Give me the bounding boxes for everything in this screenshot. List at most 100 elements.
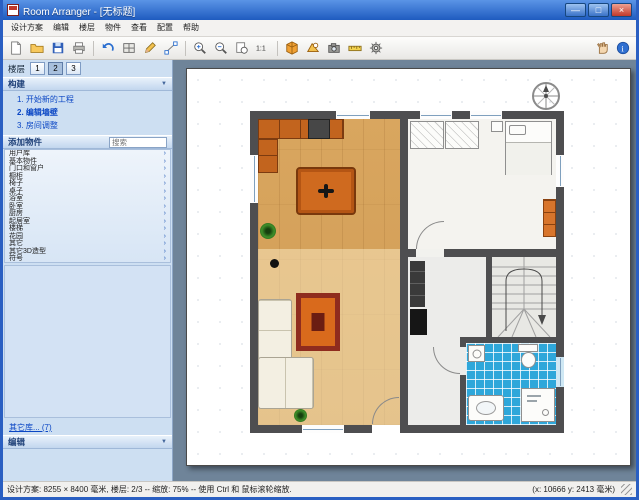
window[interactable]	[336, 111, 370, 119]
wardrobe[interactable]	[410, 121, 444, 149]
zoom-page-icon[interactable]	[232, 39, 252, 58]
category-living-room[interactable]: 起居室	[5, 218, 170, 226]
draw-icon[interactable]	[140, 39, 160, 58]
floor-tab-2[interactable]: 2	[48, 62, 63, 75]
corner-sofa[interactable]	[258, 357, 314, 409]
wall[interactable]	[460, 337, 556, 343]
wall[interactable]	[408, 249, 416, 257]
wall[interactable]	[444, 249, 556, 257]
pan-icon[interactable]	[592, 39, 612, 58]
wall[interactable]	[486, 257, 492, 337]
category-stairs[interactable]: 楼梯	[5, 225, 170, 233]
build-step-adjust-rooms[interactable]: 3. 房间调整	[17, 120, 172, 131]
wall[interactable]	[250, 425, 564, 433]
compass-icon[interactable]	[531, 81, 561, 111]
door-opening[interactable]	[372, 425, 400, 433]
stool[interactable]	[270, 259, 279, 268]
new-icon[interactable]	[6, 39, 26, 58]
options-icon[interactable]	[366, 39, 386, 58]
save-icon[interactable]	[48, 39, 68, 58]
door-opening[interactable]	[460, 347, 466, 375]
maximize-button[interactable]: □	[588, 3, 609, 17]
camera-icon[interactable]	[324, 39, 344, 58]
zoom-in-icon[interactable]	[190, 39, 210, 58]
wall[interactable]	[460, 375, 466, 425]
category-chairs[interactable]: 椅子	[5, 180, 170, 188]
drawing-page[interactable]	[186, 68, 631, 466]
category-bathroom[interactable]: 浴室	[5, 195, 170, 203]
walkthrough-3d-icon[interactable]	[303, 39, 323, 58]
stove[interactable]	[308, 119, 330, 139]
floor-tab-3[interactable]: 3	[66, 62, 81, 75]
category-cabinets[interactable]: 橱柜	[5, 173, 170, 181]
wall[interactable]	[400, 119, 408, 425]
category-user-library[interactable]: 用户库	[5, 150, 170, 158]
search-input[interactable]	[109, 137, 167, 148]
category-other-3d[interactable]: 其它3D造型	[5, 248, 170, 256]
shower[interactable]	[521, 388, 555, 422]
kitchen-corner-cabinet[interactable]	[258, 139, 278, 173]
bed[interactable]	[505, 121, 552, 175]
minimize-button[interactable]: —	[565, 3, 586, 17]
category-other[interactable]: 其它	[5, 240, 170, 248]
category-symbols[interactable]: 符号	[5, 255, 170, 263]
category-basic-objects[interactable]: 基本物件	[5, 158, 170, 166]
about-icon[interactable]: i	[613, 39, 633, 58]
window[interactable]	[302, 425, 344, 433]
wall[interactable]	[250, 111, 564, 119]
edit-section-header[interactable]: 编辑	[3, 435, 172, 449]
stairs[interactable]	[492, 257, 556, 337]
toilet-bowl[interactable]	[521, 352, 536, 368]
dresser[interactable]	[543, 199, 556, 237]
menu-floor[interactable]: 楼层	[74, 20, 100, 36]
add-objects-section-header[interactable]: 添加物件	[3, 135, 172, 149]
menu-object[interactable]: 物件	[100, 20, 126, 36]
window[interactable]	[556, 357, 564, 387]
other-libraries-link[interactable]: 其它库... (7)	[3, 420, 172, 435]
build-step-edit-walls[interactable]: 2. 编辑墙壁	[17, 107, 172, 118]
menu-view[interactable]: 查看	[126, 20, 152, 36]
view-3d-icon[interactable]	[282, 39, 302, 58]
kitchen-counter[interactable]	[258, 119, 344, 139]
category-bedroom[interactable]: 卧室	[5, 203, 170, 211]
window[interactable]	[556, 155, 564, 187]
dining-table[interactable]	[296, 167, 356, 215]
measure-icon[interactable]	[345, 39, 365, 58]
wardrobe[interactable]	[445, 121, 479, 149]
shelf[interactable]	[410, 261, 425, 307]
toilet[interactable]	[518, 344, 538, 352]
window[interactable]	[250, 155, 258, 203]
title-bar[interactable]: Room Arranger - [无标题] — □ ×	[3, 0, 636, 20]
window[interactable]	[470, 111, 502, 119]
nightstand[interactable]	[491, 121, 503, 132]
plant[interactable]	[294, 409, 307, 422]
category-garden[interactable]: 花园	[5, 233, 170, 241]
edit-points-icon[interactable]	[161, 39, 181, 58]
window[interactable]	[420, 111, 452, 119]
canvas-area[interactable]	[173, 60, 636, 481]
sink-vanity[interactable]	[468, 395, 504, 421]
plant[interactable]	[260, 223, 276, 239]
category-kitchen[interactable]: 厨房	[5, 210, 170, 218]
category-doors-windows[interactable]: 门口和窗户	[5, 165, 170, 173]
wall-editor-icon[interactable]	[119, 39, 139, 58]
floor-tab-1[interactable]: 1	[30, 62, 45, 75]
menu-help[interactable]: 帮助	[178, 20, 204, 36]
cabinet-dark[interactable]	[410, 309, 427, 335]
build-section-header[interactable]: 构建	[3, 77, 172, 91]
undo-icon[interactable]	[98, 39, 118, 58]
build-step-new-project[interactable]: 1. 开始新的工程	[17, 94, 172, 105]
close-button[interactable]: ×	[611, 3, 632, 17]
door-opening[interactable]	[416, 249, 444, 257]
open-icon[interactable]	[27, 39, 47, 58]
corner-sofa[interactable]	[258, 299, 292, 361]
floor-plan[interactable]	[250, 111, 564, 433]
zoom-100-icon[interactable]: 1:1	[253, 39, 273, 58]
menu-design[interactable]: 设计方案	[6, 20, 48, 36]
print-icon[interactable]	[69, 39, 89, 58]
menu-settings[interactable]: 配置	[152, 20, 178, 36]
washing-machine[interactable]	[468, 345, 485, 362]
category-tables[interactable]: 桌子	[5, 188, 170, 196]
resize-grip[interactable]	[621, 484, 632, 495]
menu-edit[interactable]: 编辑	[48, 20, 74, 36]
